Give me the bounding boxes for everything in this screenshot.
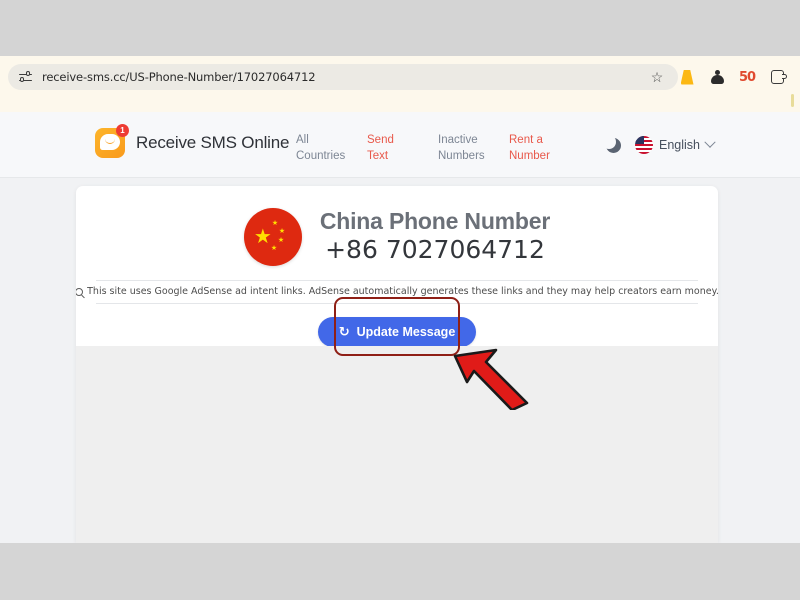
page-viewport: 1 Receive SMS Online All Countries Send … <box>0 112 800 543</box>
messages-placeholder-area <box>76 346 718 543</box>
brand-badge: 1 <box>116 124 129 137</box>
language-selector[interactable]: English <box>635 136 716 154</box>
page-title: China Phone Number <box>319 207 551 234</box>
nav-item-inactive-numbers[interactable]: Inactive Numbers <box>438 132 509 164</box>
browser-action-buttons: ☆ 50 <box>642 64 792 90</box>
bookmark-star-button[interactable]: ☆ <box>642 64 672 90</box>
language-label: English <box>659 138 700 152</box>
update-message-label: Update Message <box>356 325 456 339</box>
nav-item-line2: Countries <box>296 150 346 162</box>
adsense-notice-text: This site uses Google AdSense ad intent … <box>87 286 718 297</box>
extensions-menu-button[interactable] <box>762 64 792 90</box>
cash-50-icon: 50 <box>738 69 756 85</box>
nav-item-rent-a-number[interactable]: Rent a Number <box>509 132 580 164</box>
magnifier-icon <box>76 287 84 296</box>
nav-item-line1: Send <box>367 134 394 146</box>
chevron-down-icon <box>704 136 716 148</box>
desktop-bottom-strip <box>0 543 800 600</box>
phone-number: +86 7027064712 <box>325 235 545 265</box>
adsense-notice: This site uses Google AdSense ad intent … <box>76 280 718 304</box>
nav-item-line1: Inactive <box>438 134 478 146</box>
site-nav: All Countries Send Text Inactive Numbers… <box>296 132 580 164</box>
china-flag-icon: ★ ★ ★ ★ ★ <box>243 208 302 266</box>
content-card: ★ ★ ★ ★ ★ China Phone Number +86 7027064… <box>76 186 718 543</box>
cash-extension-button[interactable]: 50 <box>732 64 762 90</box>
desktop-top-strip <box>0 0 800 56</box>
page-title-row: ★ ★ ★ ★ ★ China Phone Number +86 7027064… <box>76 186 718 266</box>
browser-chrome: receive-sms.cc/US-Phone-Number/170270647… <box>0 56 800 112</box>
site-header: 1 Receive SMS Online All Countries Send … <box>0 112 800 178</box>
us-flag-icon <box>635 136 653 154</box>
extension-icon <box>710 69 724 85</box>
chat-bubble-smiley-icon: 1 <box>95 124 129 158</box>
update-button-row: ↻ Update Message <box>76 304 718 347</box>
site-settings-icon[interactable] <box>18 70 33 85</box>
puzzle-piece-icon <box>770 70 787 84</box>
bell-icon <box>680 69 694 85</box>
brand-name: Receive SMS Online <box>136 133 290 152</box>
title-block: China Phone Number +86 7027064712 <box>319 207 551 265</box>
nav-item-line1: All <box>296 134 309 146</box>
notification-button[interactable] <box>672 64 702 90</box>
nav-item-all-countries[interactable]: All Countries <box>296 132 367 164</box>
extension-button[interactable] <box>702 64 732 90</box>
address-bar[interactable]: receive-sms.cc/US-Phone-Number/170270647… <box>8 64 678 90</box>
nav-item-line2: Numbers <box>438 150 485 162</box>
scrollbar-find-marker <box>791 94 794 107</box>
update-message-button[interactable]: ↻ Update Message <box>317 317 477 347</box>
header-right-controls: English <box>602 134 716 154</box>
nav-item-line1: Rent a <box>509 134 543 146</box>
screenshot-root: receive-sms.cc/US-Phone-Number/170270647… <box>0 0 800 600</box>
moon-icon[interactable] <box>602 134 621 153</box>
nav-item-send-text[interactable]: Send Text <box>367 132 438 164</box>
nav-item-line2: Text <box>367 150 389 162</box>
nav-item-line2: Number <box>509 150 550 162</box>
refresh-icon: ↻ <box>338 324 350 340</box>
url-text: receive-sms.cc/US-Phone-Number/170270647… <box>42 70 316 84</box>
star-icon: ☆ <box>650 69 664 85</box>
brand[interactable]: 1 Receive SMS Online <box>95 124 290 158</box>
